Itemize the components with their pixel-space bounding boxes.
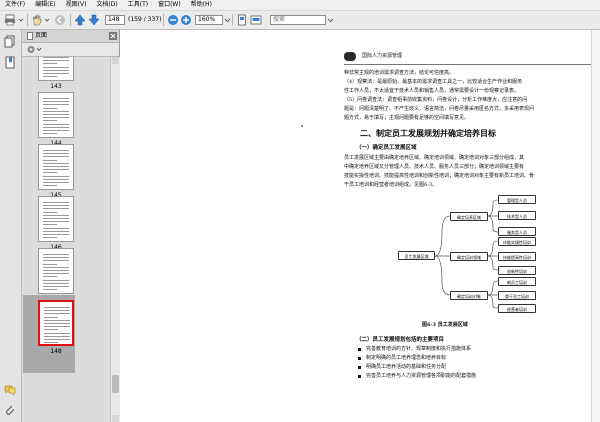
hand-tool-icon[interactable]	[31, 14, 43, 26]
comments-icon[interactable]	[4, 384, 16, 396]
scroll-thumb[interactable]	[112, 375, 119, 393]
page-thumbnail[interactable]	[38, 248, 74, 294]
subsection-title-1: （一）确定员工发展区域	[356, 145, 417, 151]
zoom-in-icon[interactable]	[180, 14, 192, 26]
toolbar: 148 (159 / 337) 160% 搜索	[0, 11, 600, 30]
previous-page-icon[interactable]	[74, 14, 86, 26]
page-thumbnail[interactable]	[38, 92, 74, 138]
document-view[interactable]: 国际人力资源管理 种非常主观的培训需求调查方法，结论可信度高。 （4）观察法：是最…	[120, 30, 600, 422]
back-icon[interactable]	[54, 14, 66, 26]
menu-item[interactable]: 工具(T)	[123, 0, 153, 10]
search-input[interactable]: 搜索	[270, 15, 326, 25]
page-thumbnail[interactable]	[38, 196, 74, 242]
diagram-branch-node: 确定培养区域	[450, 212, 488, 221]
figure-caption: 图6-3 员工发展区域	[422, 322, 468, 328]
close-icon[interactable]	[109, 32, 117, 40]
diagram-branch-node: 确定培训领域	[450, 252, 488, 261]
attachment-icon[interactable]	[4, 404, 16, 416]
diagram-leaf-node: 管理型人员	[498, 195, 536, 204]
next-page-icon[interactable]	[88, 14, 100, 26]
chevron-down-icon[interactable]	[18, 14, 24, 26]
page-header-title: 国际人力资源管理	[362, 53, 403, 59]
bullet-marker	[358, 357, 361, 360]
panel-header: 页面	[22, 30, 119, 43]
text-line: 题是：问题清楚明了、不产生歧义，语言简洁，问卷尽量采用匿名方式，多采用表现问	[344, 106, 535, 112]
page-total: (159 / 337)	[128, 16, 162, 23]
diagram-leaf-node: 骨干员工培训	[498, 291, 536, 300]
text-line: 技能实操性培训、技能提高性培训和创新性培训；确定培训对象主要有新员工培训、骨	[344, 173, 535, 179]
menu-item[interactable]: 视图(V)	[61, 0, 92, 10]
cursor-mark	[301, 125, 303, 127]
thumbnail-list: 143144145146147148	[22, 57, 110, 422]
scroll-down-button[interactable]	[112, 415, 119, 422]
diagram-leaf-node: 新员工培训	[498, 277, 536, 286]
bullet-item: 制定明确的员工培养理念和培养目标	[366, 355, 447, 361]
pages-panel: 页面 143144145146147148	[22, 30, 120, 422]
bullet-marker	[358, 366, 361, 369]
bullet-item: 明确员工培养活动的基础和任务分配	[366, 364, 447, 370]
fit-page-icon[interactable]	[236, 14, 248, 26]
diagram-leaf-node: 经营者培训	[498, 304, 536, 313]
bullet-marker	[358, 375, 361, 378]
diagram-leaf-node: 创新性培训	[498, 266, 536, 275]
page-thumbnail[interactable]	[38, 144, 74, 190]
menu-item[interactable]: 文件(F)	[0, 0, 30, 10]
diagram-leaf-node: 技能实操性培训	[498, 237, 536, 246]
chevron-down-icon[interactable]	[224, 14, 231, 26]
chevron-down-icon[interactable]	[44, 14, 50, 26]
panel-title: 页面	[35, 32, 48, 39]
page-thumbnail[interactable]	[38, 57, 74, 81]
text-line: 中确定培养区域又分管理人员、技术人员、服务人员三部分；确定培训领域主要有	[344, 164, 525, 170]
zoom-level-select[interactable]: 160%	[195, 15, 223, 25]
page-logo	[344, 52, 356, 61]
bullet-marker	[358, 348, 361, 351]
text-line: 干员工培训和经营者培训组成。见图6-3。	[344, 182, 438, 188]
panel-options	[22, 43, 119, 57]
text-line: （5）问卷调查法：调查组事前收集资料，问卷设计，分析工作难度大，应注意的问	[344, 97, 528, 103]
section-title: 二、制定员工发展规划并确定培养目标	[360, 128, 496, 138]
options-icon[interactable]	[26, 44, 42, 57]
print-icon[interactable]	[4, 14, 16, 26]
diagram-leaf-node: 技术型人员	[498, 211, 536, 220]
page-thumbnail[interactable]	[38, 300, 74, 346]
zoom-out-icon[interactable]	[167, 14, 179, 26]
vertical-scrollbar[interactable]	[110, 57, 120, 422]
pages-icon[interactable]	[4, 35, 16, 48]
text-line: 员工发展区域主要由确定培养区域、确定培训领域、确定培训对象三部分组成，其	[344, 155, 525, 161]
menu-bar: 文件(F) 编辑(E) 视图(V) 文档(D) 工具(T) 窗口(W) 帮助(H)	[0, 0, 600, 11]
text-line: （4）观察法：是最原始、最基本的需求调查工具之一，比较适合生产作业和服务	[344, 79, 523, 85]
scroll-up-button[interactable]	[112, 57, 119, 64]
navigation-strip	[0, 30, 22, 422]
thumbnail-label: 143	[50, 83, 62, 90]
document-scrollbar[interactable]	[591, 30, 600, 422]
bookmarks-icon[interactable]	[4, 56, 16, 69]
text-line: 性工作人员，不太适宜于技术人员和销售人员，通常需要设计一份观察记录表。	[344, 88, 520, 94]
menu-item[interactable]: 窗口(W)	[153, 0, 186, 10]
diagram-leaf-node: 技能提高性培训	[498, 252, 536, 261]
menu-item[interactable]: 文档(D)	[91, 0, 122, 10]
bullet-item: 完善教育培训的方针、规章制度和执行措施体系	[366, 346, 472, 352]
subsection-title-2: （二）员工发展规划包括的主要项目	[356, 337, 445, 343]
diagram-root-node: 员工发展区域	[398, 251, 435, 260]
header-rule	[344, 64, 594, 65]
page-number-input[interactable]: 148	[105, 15, 125, 25]
diagram-leaf-node: 服务型人员	[498, 227, 536, 236]
pages-panel-icon	[27, 32, 33, 42]
chevron-down-icon[interactable]	[327, 14, 334, 26]
menu-item[interactable]: 帮助(H)	[186, 0, 217, 10]
text-line: 种非常主观的培训需求调查方法，结论可信度高。	[344, 70, 455, 76]
text-line: 题方式，易于填写；主观问题要有足够的空间填写意见。	[344, 115, 470, 121]
fit-width-icon[interactable]	[250, 14, 262, 26]
thumbnail-label: 148	[50, 348, 62, 355]
bullet-item: 完善员工培养与人力资源管理各项职能的配套措施	[366, 373, 477, 379]
diagram-branch-node: 确定培训对象	[450, 291, 488, 300]
menu-item[interactable]: 编辑(E)	[30, 0, 60, 10]
